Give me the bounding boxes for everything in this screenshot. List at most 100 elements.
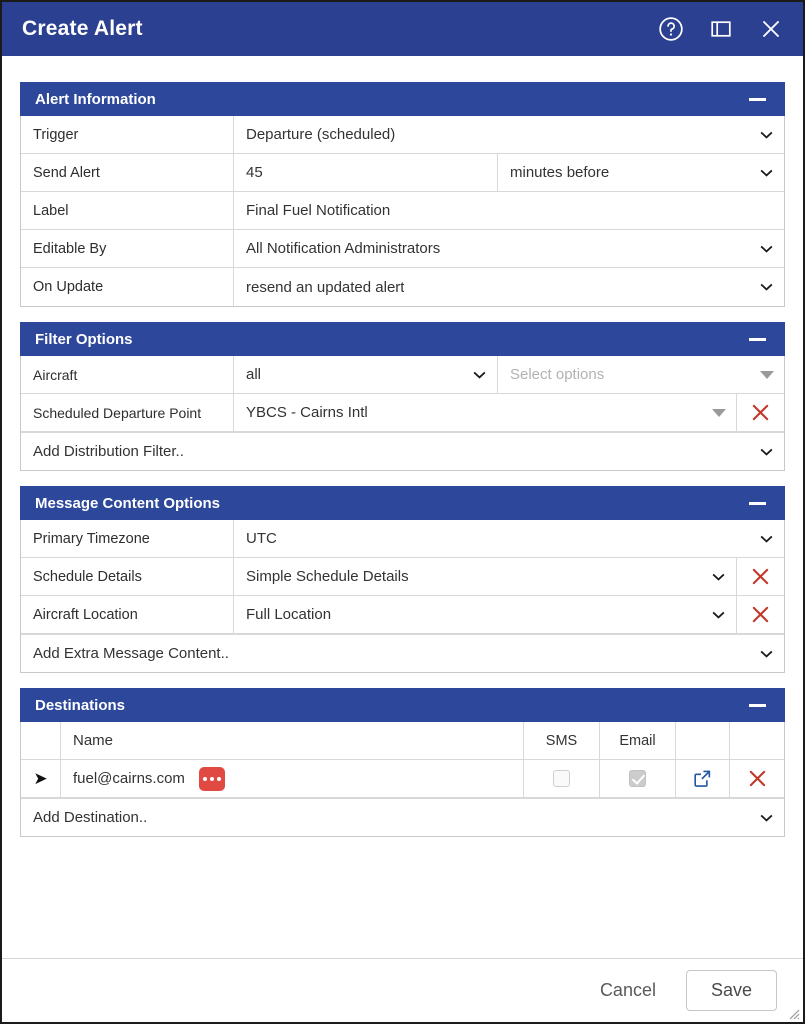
- chevron-down-icon: [760, 283, 773, 291]
- panel-header-destinations: Destinations: [20, 688, 785, 722]
- destination-name-cell: fuel@cairns.com: [61, 760, 524, 797]
- column-header-delete: [730, 722, 784, 759]
- send-alert-unit-select[interactable]: minutes before: [498, 154, 784, 191]
- editable-by-select[interactable]: All Notification Administrators: [234, 230, 784, 267]
- chevron-down-icon: [760, 448, 773, 456]
- collapse-icon[interactable]: [746, 495, 768, 511]
- scheduled-departure-point-multiselect[interactable]: YBCS - Cairns Intl: [234, 394, 736, 431]
- field-label: Schedule Details: [21, 558, 234, 595]
- chevron-right-icon: ➤: [33, 769, 48, 788]
- field-value: UTC: [246, 530, 277, 547]
- panel-body-message-content-options: Primary Timezone UTC Schedule Details Si…: [20, 520, 785, 673]
- delete-filter-button[interactable]: [736, 394, 784, 431]
- add-destination-select[interactable]: Add Destination..: [21, 798, 784, 836]
- email-checkbox-cell: [600, 760, 676, 797]
- panel-title: Filter Options: [35, 330, 133, 348]
- field-label: Aircraft Location: [21, 596, 234, 633]
- panel-body-alert-information: Trigger Departure (scheduled) Send Alert…: [20, 116, 785, 307]
- field-value: all: [246, 366, 262, 383]
- on-update-select[interactable]: resend an updated alert: [234, 268, 784, 306]
- destinations-table-header: Name SMS Email: [21, 722, 784, 760]
- schedule-details-select[interactable]: Simple Schedule Details: [234, 558, 736, 595]
- chevron-down-icon: [473, 371, 486, 379]
- delete-icon: [752, 568, 769, 585]
- cancel-button[interactable]: Cancel: [588, 972, 668, 1009]
- panel-title: Alert Information: [35, 90, 156, 108]
- chevron-down-icon: [760, 650, 773, 658]
- open-destination-button[interactable]: [676, 760, 730, 797]
- table-row: ➤ fuel@cairns.com: [21, 760, 784, 798]
- send-alert-amount-input[interactable]: 45: [234, 154, 498, 191]
- field-label: Editable By: [21, 230, 234, 267]
- delete-aircraft-location-button[interactable]: [736, 596, 784, 633]
- panel-message-content-options: Message Content Options Primary Timezone…: [20, 486, 785, 673]
- restore-window-icon[interactable]: [707, 15, 735, 43]
- field-value: 45: [246, 164, 263, 181]
- panel-header-alert-information: Alert Information: [20, 82, 785, 116]
- field-value: resend an updated alert: [246, 278, 405, 296]
- chevron-down-icon: [760, 245, 773, 253]
- trigger-select[interactable]: Departure (scheduled): [234, 116, 784, 153]
- chevron-down-icon: [760, 169, 773, 177]
- panel-title: Destinations: [35, 696, 126, 714]
- panel-body-destinations: Name SMS Email ➤ fuel@cairns.com Add Des…: [20, 722, 785, 837]
- add-row-label: Add Distribution Filter..: [33, 443, 184, 460]
- field-value: All Notification Administrators: [246, 240, 441, 257]
- delete-icon: [752, 606, 769, 623]
- collapse-icon[interactable]: [746, 91, 768, 107]
- field-row-editable-by: Editable By All Notification Administrat…: [21, 230, 784, 268]
- column-header-expander: [21, 722, 61, 759]
- external-link-icon: [694, 770, 711, 787]
- primary-timezone-select[interactable]: UTC: [234, 520, 784, 557]
- chevron-down-icon: [760, 131, 773, 139]
- column-header-sms: SMS: [524, 722, 600, 759]
- field-row-send-alert: Send Alert 45 minutes before: [21, 154, 784, 192]
- destination-name: fuel@cairns.com: [73, 770, 185, 787]
- field-value: Departure (scheduled): [246, 126, 396, 143]
- field-label: Aircraft: [21, 356, 234, 393]
- field-label: Trigger: [21, 116, 234, 153]
- label-input[interactable]: Final Fuel Notification: [234, 192, 784, 229]
- column-header-open: [676, 722, 730, 759]
- add-extra-message-content-select[interactable]: Add Extra Message Content..: [21, 634, 784, 672]
- field-value: Final Fuel Notification: [246, 202, 391, 219]
- email-checkbox: [629, 770, 646, 787]
- field-row-on-update: On Update resend an updated alert: [21, 268, 784, 306]
- field-label: Label: [21, 192, 234, 229]
- delete-icon: [752, 404, 769, 421]
- delete-schedule-details-button[interactable]: [736, 558, 784, 595]
- panel-header-message-content-options: Message Content Options: [20, 486, 785, 520]
- close-icon[interactable]: [757, 15, 785, 43]
- more-options-icon[interactable]: [198, 766, 225, 791]
- field-label: Send Alert: [21, 154, 234, 191]
- field-row-primary-timezone: Primary Timezone UTC: [21, 520, 784, 558]
- create-alert-dialog: Create Alert Alert Information Trigger D…: [0, 0, 805, 1024]
- dialog-body: Alert Information Trigger Departure (sch…: [2, 56, 803, 958]
- field-row-trigger: Trigger Departure (scheduled): [21, 116, 784, 154]
- dialog-titlebar: Create Alert: [2, 2, 803, 56]
- field-label: Primary Timezone: [21, 520, 234, 557]
- save-button[interactable]: Save: [685, 970, 777, 1011]
- triangle-down-icon: [712, 408, 726, 417]
- column-header-name: Name: [61, 722, 524, 759]
- aircraft-mode-select[interactable]: all: [234, 356, 498, 393]
- add-row-label: Add Extra Message Content..: [33, 645, 229, 662]
- add-row-label: Add Destination..: [33, 809, 148, 826]
- aircraft-location-select[interactable]: Full Location: [234, 596, 736, 633]
- field-row-aircraft: Aircraft all Select options: [21, 356, 784, 394]
- field-label: On Update: [21, 268, 234, 306]
- aircraft-options-multiselect[interactable]: Select options: [498, 356, 784, 393]
- sms-checkbox[interactable]: [553, 770, 570, 787]
- add-distribution-filter-select[interactable]: Add Distribution Filter..: [21, 432, 784, 470]
- help-circle-icon[interactable]: [657, 15, 685, 43]
- field-row-label: Label Final Fuel Notification: [21, 192, 784, 230]
- chevron-down-icon: [760, 535, 773, 543]
- collapse-icon[interactable]: [746, 331, 768, 347]
- resize-grip-icon[interactable]: [786, 1006, 800, 1020]
- chevron-down-icon: [712, 611, 725, 619]
- delete-destination-button[interactable]: [730, 760, 784, 797]
- field-row-aircraft-location: Aircraft Location Full Location: [21, 596, 784, 634]
- collapse-icon[interactable]: [746, 697, 768, 713]
- row-expander-button[interactable]: ➤: [21, 760, 61, 797]
- panel-title: Message Content Options: [35, 494, 221, 512]
